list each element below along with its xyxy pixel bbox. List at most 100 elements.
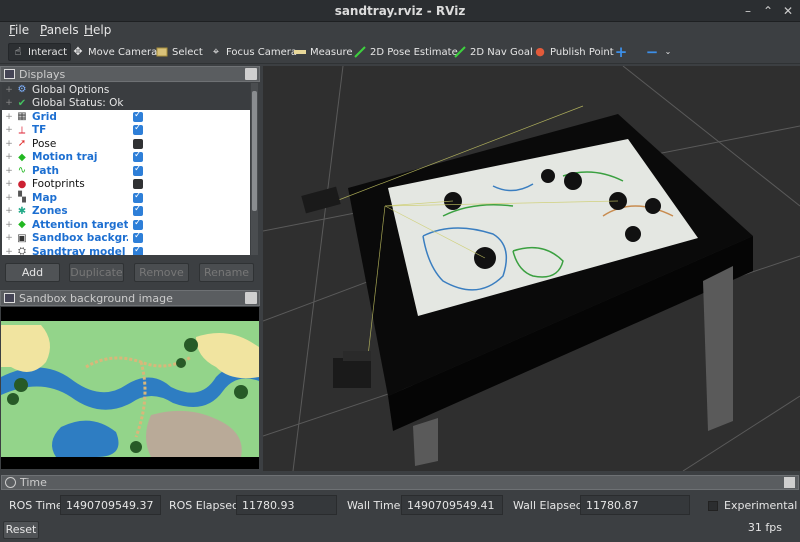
model-icon: ⛭ xyxy=(18,246,26,255)
plus-icon: + xyxy=(614,43,628,61)
tool-label: 2D Pose Estimate xyxy=(370,46,458,58)
expand-icon[interactable]: + xyxy=(4,247,14,255)
duplicate-button[interactable]: Duplicate xyxy=(69,263,124,282)
displays-scrollbar[interactable] xyxy=(251,83,258,255)
display-item-label: Footprints xyxy=(32,178,85,191)
image-panel-header[interactable]: Sandbox background image xyxy=(0,290,260,306)
close-icon[interactable] xyxy=(245,68,257,80)
display-item-zones[interactable]: + ✱ Zones xyxy=(2,204,250,219)
reset-button[interactable]: Reset xyxy=(3,521,39,539)
tool-label: Measure xyxy=(310,46,353,58)
tool-select[interactable]: Select xyxy=(153,43,206,61)
tool-2d-nav-goal[interactable]: 2D Nav Goal xyxy=(451,43,536,61)
green-arrow-icon xyxy=(354,46,366,58)
enable-checkbox[interactable] xyxy=(133,110,143,122)
enable-checkbox[interactable] xyxy=(133,179,143,190)
rename-button[interactable]: Rename xyxy=(199,263,254,282)
menu-file[interactable]: File xyxy=(9,23,29,37)
expand-icon[interactable]: + xyxy=(4,139,14,149)
maximize-icon[interactable]: ⌃ xyxy=(760,3,776,19)
enable-checkbox[interactable] xyxy=(133,150,143,163)
close-icon[interactable] xyxy=(784,477,795,488)
expand-icon[interactable]: + xyxy=(4,179,14,189)
display-item-map[interactable]: + ▚ Map xyxy=(2,191,250,205)
ros-elapsed-field[interactable]: 11780.93 xyxy=(236,495,337,515)
green-cube-icon: ◆ xyxy=(18,151,26,163)
display-item-path[interactable]: + ∿ Path xyxy=(2,164,250,178)
display-item-label: TF xyxy=(32,124,47,137)
display-item-footprints[interactable]: + ● Footprints xyxy=(2,178,250,192)
close-icon[interactable]: ✕ xyxy=(780,3,796,19)
tool-2d-pose-estimate[interactable]: 2D Pose Estimate xyxy=(351,43,461,61)
displays-tree[interactable]: + ⚙ Global Options + ✔ Global Status: Ok + ▦ Gri… xyxy=(2,83,250,255)
close-icon[interactable] xyxy=(245,292,257,304)
experimental-checkbox[interactable]: Experimental xyxy=(708,499,797,512)
display-item-sandtray-model[interactable]: + ⛭ Sandtray model xyxy=(2,245,250,255)
gear-icon: ⚙ xyxy=(17,84,27,96)
displays-panel-title: Displays xyxy=(19,68,66,81)
display-item-label: Path xyxy=(32,164,59,177)
tool-publish-point[interactable]: ● Publish Point xyxy=(531,43,617,61)
display-item-global-options[interactable]: + ⚙ Global Options xyxy=(2,83,250,97)
display-item-global-status-ok[interactable]: + ✔ Global Status: Ok xyxy=(2,96,250,110)
display-item-label: Grid xyxy=(32,110,57,123)
expand-icon[interactable]: + xyxy=(4,220,14,230)
tool-label: Select xyxy=(172,46,203,58)
enable-checkbox[interactable] xyxy=(133,245,143,255)
display-item-label: Sandbox backgr... xyxy=(32,232,128,245)
wall-time-field[interactable]: 1490709549.41 xyxy=(401,495,503,515)
display-item-grid[interactable]: + ▦ Grid xyxy=(2,110,250,124)
enable-checkbox[interactable] xyxy=(133,231,143,244)
image-panel: Sandbox background image xyxy=(0,290,260,472)
minimize-icon[interactable]: – xyxy=(740,3,756,19)
red-arrow-icon: ➚ xyxy=(17,138,27,150)
zones-icon: ✱ xyxy=(17,205,27,217)
tool-measure[interactable]: Measure xyxy=(291,43,356,61)
display-item-label: Pose xyxy=(32,137,57,150)
display-item-tf[interactable]: + ⟂ TF xyxy=(2,123,250,138)
display-item-label: Motion traj xyxy=(32,151,98,164)
3d-view[interactable] xyxy=(263,66,800,471)
grid-icon: ▦ xyxy=(17,111,27,123)
ros-time-field[interactable]: 1490709549.37 xyxy=(60,495,161,515)
table-leg xyxy=(703,266,733,431)
display-item-motion-traj[interactable]: + ◆ Motion traj xyxy=(2,150,250,165)
add-button[interactable]: Add xyxy=(5,263,60,282)
expand-icon[interactable]: + xyxy=(4,152,14,162)
enable-checkbox[interactable] xyxy=(133,218,143,230)
menu-panels[interactable]: Panels xyxy=(40,23,79,37)
add-tool-button[interactable]: + xyxy=(612,43,630,61)
scrollbar-thumb[interactable] xyxy=(252,91,257,211)
expand-icon[interactable]: + xyxy=(4,125,14,135)
fps-indicator: 31 fps xyxy=(747,521,782,534)
time-panel-header[interactable]: Time xyxy=(1,475,799,490)
display-item-attention-targets[interactable]: + ◆ Attention targets xyxy=(2,218,250,232)
remove-button[interactable]: Remove xyxy=(134,263,189,282)
expand-icon[interactable]: + xyxy=(4,85,14,95)
enable-checkbox[interactable] xyxy=(133,138,143,149)
tool-focus-camera[interactable]: ⌖ Focus Camera xyxy=(207,43,300,61)
enable-checkbox[interactable] xyxy=(133,204,143,217)
enable-checkbox[interactable] xyxy=(133,123,143,136)
wall-elapsed-field[interactable]: 11780.87 xyxy=(580,495,690,515)
displays-panel-header[interactable]: Displays xyxy=(0,66,260,82)
tool-move-camera[interactable]: ✥ Move Camera xyxy=(69,43,160,61)
expand-icon[interactable]: + xyxy=(4,193,14,203)
display-item-pose[interactable]: + ➚ Pose xyxy=(2,137,250,151)
expand-icon[interactable]: + xyxy=(4,112,14,122)
footprints-icon: ● xyxy=(17,178,27,190)
enable-checkbox[interactable] xyxy=(133,164,143,176)
window-title: sandtray.rviz - RViz xyxy=(334,4,466,18)
expand-icon[interactable]: + xyxy=(4,233,14,243)
expand-icon[interactable]: + xyxy=(4,166,14,176)
remove-tool-button[interactable]: − ⌄ xyxy=(643,43,677,61)
display-item-sandbox-backgr[interactable]: + ▣ Sandbox backgr... xyxy=(2,231,250,246)
tf-axes-icon: ⟂ xyxy=(18,124,26,136)
tool-interact[interactable]: ☝ Interact xyxy=(8,43,72,61)
menu-help[interactable]: Help xyxy=(84,23,111,37)
expand-icon[interactable]: + xyxy=(4,98,14,108)
expand-icon[interactable]: + xyxy=(4,206,14,216)
checkbox-icon[interactable] xyxy=(708,500,718,511)
enable-checkbox[interactable] xyxy=(133,191,143,203)
wall-time-label: Wall Time: xyxy=(347,499,405,512)
